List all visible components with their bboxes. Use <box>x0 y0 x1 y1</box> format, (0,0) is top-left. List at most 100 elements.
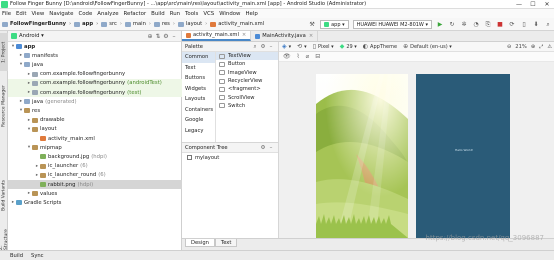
gear-icon[interactable]: ⚙ <box>259 44 267 51</box>
menu-run[interactable]: Run <box>170 11 180 17</box>
api-button[interactable]: ◆ 29 ▾ <box>340 43 357 50</box>
tree-node[interactable]: ▸ ic_launcher_round (6) <box>8 171 182 180</box>
project-tool-tab[interactable]: 1: Project <box>0 33 8 71</box>
palette-widget-textview[interactable]: TextView <box>216 52 278 61</box>
breadcrumb-layout[interactable]: layout › <box>177 21 207 27</box>
warning-icon[interactable]: ⚠ <box>547 44 552 50</box>
breadcrumb-main[interactable]: main › <box>124 21 151 27</box>
resource-manager-tab[interactable]: Resource Manager <box>0 75 8 137</box>
minimize-button[interactable]: — <box>512 1 526 8</box>
run-config-select[interactable]: app ▾ <box>320 20 349 29</box>
menu-refactor[interactable]: Refactor <box>124 11 147 17</box>
layers-button[interactable]: ◈ ▾ <box>282 43 291 50</box>
tree-node[interactable]: ▾ mipmap <box>8 143 182 152</box>
menu-help[interactable]: Help <box>245 11 257 17</box>
palette-widget-scrollview[interactable]: ScrollView <box>216 93 278 101</box>
tree-node[interactable]: rabbit.png (hdpi) <box>8 180 182 189</box>
palette-category-widgets[interactable]: Widgets <box>182 84 215 95</box>
tree-node[interactable]: ▸ com.example.followfingerbunny <box>8 70 182 79</box>
menu-tools[interactable]: Tools <box>185 11 198 17</box>
project-view-select[interactable]: Android ▾ <box>11 33 44 39</box>
zoom-in-icon[interactable]: ⊕ <box>531 44 535 50</box>
tree-node[interactable]: ▸ drawable <box>8 116 182 125</box>
profile-icon[interactable]: ◔ <box>472 21 480 29</box>
palette-widget-button[interactable]: Button <box>216 60 278 68</box>
maximize-button[interactable]: ☐ <box>526 1 540 8</box>
palette-widget-switch[interactable]: Switch <box>216 102 278 110</box>
menu-analyze[interactable]: Analyze <box>97 11 118 17</box>
tab-mainactivity-java[interactable]: MainActivity.java × <box>251 31 319 41</box>
zoom-out-icon[interactable]: ⊖ <box>507 44 511 50</box>
hide-icon[interactable]: – <box>267 145 275 151</box>
locale-button[interactable]: ⊕ Default (en-us) ▾ <box>403 43 452 50</box>
palette-category-google[interactable]: Google <box>182 115 215 126</box>
tree-node[interactable]: ▸ Gradle Scripts <box>8 198 182 207</box>
menu-code[interactable]: Code <box>78 11 92 17</box>
clear-constraints-icon[interactable]: ⌀ <box>306 53 310 60</box>
tree-node[interactable]: ▸ manifests <box>8 51 182 60</box>
tree-node[interactable]: ▾ res <box>8 106 182 115</box>
palette-widget-fragment[interactable]: <fragment> <box>216 85 278 93</box>
device-button[interactable]: ▯ Pixel ▾ <box>313 43 334 50</box>
menu-vcs[interactable]: VCS <box>203 11 214 17</box>
menu-file[interactable]: File <box>2 11 11 17</box>
gear-icon[interactable]: ⚙ <box>259 145 267 151</box>
close-tab-icon[interactable]: × <box>309 33 313 39</box>
sync-icon[interactable]: ⟳ <box>508 21 516 29</box>
menu-build[interactable]: Build <box>151 11 165 17</box>
fit-screen-icon[interactable]: ⤢ <box>539 44 543 51</box>
device-select[interactable]: HUAWEI HUAWEI M2-801W ▾ <box>352 20 432 29</box>
margin-icon[interactable]: ⊟ <box>315 53 320 60</box>
palette-widget-imageview[interactable]: ImageView <box>216 69 278 77</box>
palette-category-layouts[interactable]: Layouts <box>182 94 215 105</box>
avd-manager-icon[interactable]: ▯ <box>520 21 528 29</box>
tab-text[interactable]: Text <box>214 239 238 247</box>
search-icon[interactable]: ⌕ <box>251 44 259 51</box>
breadcrumb-project[interactable]: FollowFingerBunny › <box>2 21 71 27</box>
tree-node[interactable]: ▸ com.example.followfingerbunny (test) <box>8 88 182 97</box>
sdk-manager-icon[interactable]: ⬇ <box>532 21 540 29</box>
palette-category-common[interactable]: Common <box>182 52 215 63</box>
hide-icon[interactable]: – <box>267 44 275 51</box>
breadcrumb-res[interactable]: res › <box>153 21 175 27</box>
view-options-icon[interactable]: 👁 <box>283 53 291 60</box>
close-button[interactable]: ✕ <box>540 1 554 8</box>
menu-window[interactable]: Window <box>219 11 240 17</box>
tree-node[interactable]: ▸ java (generated) <box>8 97 182 106</box>
design-canvas[interactable]: Hello World! <box>279 62 554 238</box>
menu-view[interactable]: View <box>31 11 44 17</box>
tab-activity-main-xml[interactable]: activity_main.xml × <box>182 31 252 41</box>
gear-icon[interactable]: ⚙ <box>162 33 170 40</box>
hammer-icon[interactable]: ⚒ <box>308 21 316 29</box>
run-icon[interactable]: ▶ <box>436 21 444 29</box>
sync-tool-tab[interactable]: Sync <box>31 253 44 259</box>
breadcrumb-file[interactable]: activity_main.xml <box>210 21 264 27</box>
hide-icon[interactable]: – <box>170 33 178 40</box>
tab-design[interactable]: Design <box>185 239 215 247</box>
autoconnect-icon[interactable]: ⌇ <box>297 53 300 60</box>
orientation-button[interactable]: ⟲ ▾ <box>297 43 307 50</box>
palette-category-buttons[interactable]: Buttons <box>182 73 215 84</box>
design-preview[interactable] <box>316 74 408 238</box>
tree-node[interactable]: ▾ java <box>8 60 182 69</box>
apply-changes-icon[interactable]: ↻ <box>448 21 456 29</box>
breadcrumb-src[interactable]: src › <box>101 21 122 27</box>
blueprint-preview[interactable]: Hello World! <box>416 74 510 238</box>
palette-category-containers[interactable]: Containers <box>182 105 215 116</box>
breadcrumb-app[interactable]: app › <box>74 21 98 27</box>
palette-category-legacy[interactable]: Legacy <box>182 126 215 137</box>
debug-icon[interactable]: ✲ <box>460 21 468 29</box>
tree-node[interactable]: ▸ ic_launcher (6) <box>8 162 182 171</box>
tree-node[interactable]: ▸ com.example.followfingerbunny (androidTe… <box>8 78 182 88</box>
tree-node[interactable]: ▸ values <box>8 189 182 198</box>
tree-node[interactable]: activity_main.xml <box>8 134 182 143</box>
build-variants-tab[interactable]: Build Variants <box>0 171 8 219</box>
structure-tab[interactable]: Z: Structure <box>0 226 9 250</box>
component-tree-item[interactable]: mylayout <box>182 153 278 162</box>
palette-widget-recyclerview[interactable]: RecyclerView <box>216 77 278 85</box>
palette-category-text[interactable]: Text <box>182 63 215 74</box>
locate-icon[interactable]: ⊕ <box>146 33 154 40</box>
tree-node[interactable]: ▾ layout <box>8 125 182 134</box>
close-tab-icon[interactable]: × <box>242 32 246 38</box>
tree-node[interactable]: background.jpg (hdpi) <box>8 152 182 161</box>
